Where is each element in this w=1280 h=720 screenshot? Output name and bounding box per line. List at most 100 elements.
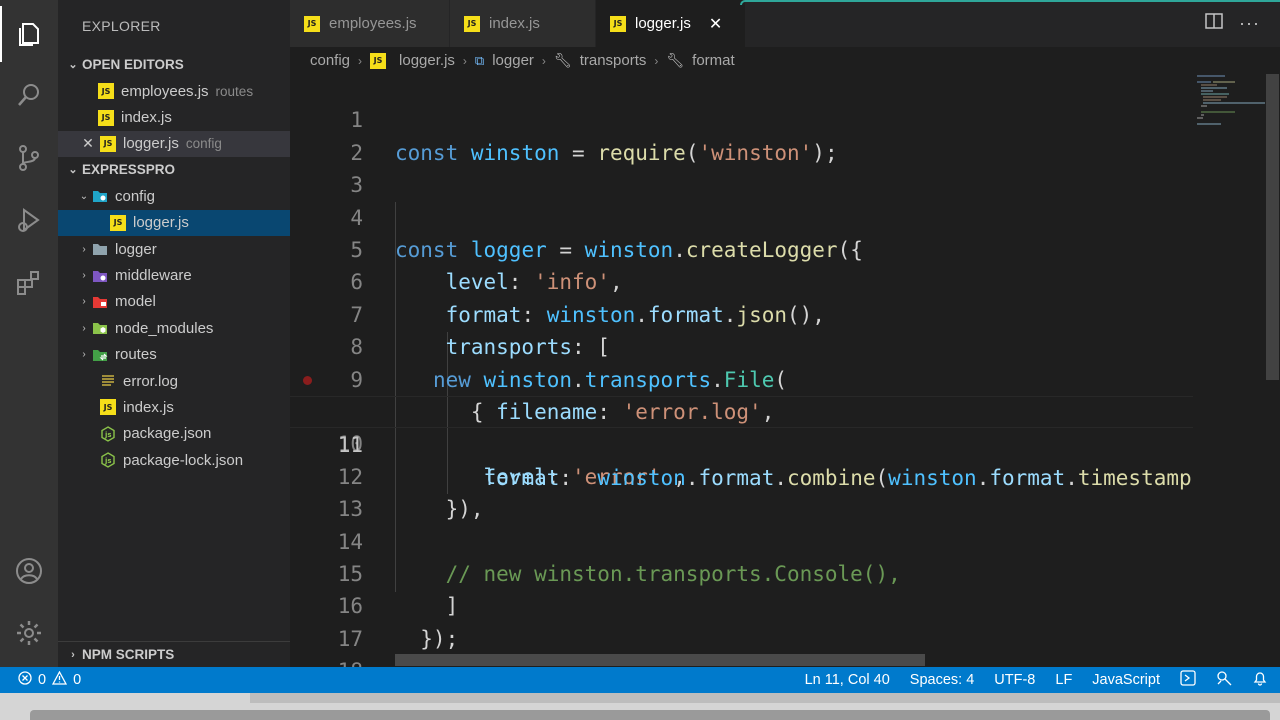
tree-folder-config[interactable]: ⌄ config [58, 183, 290, 209]
open-editor-logger[interactable]: ✕ JS logger.js config [58, 130, 290, 158]
breadcrumb-item[interactable]: logger.js [399, 52, 455, 69]
indentation[interactable]: Spaces: 4 [910, 672, 975, 688]
chevron-right-icon: › [82, 349, 86, 361]
file-name: logger.js [133, 214, 189, 232]
npm-scripts-label: NPM SCRIPTS [82, 647, 175, 662]
scrollbar-thumb[interactable] [1266, 74, 1279, 380]
minimap[interactable] [1193, 74, 1265, 667]
code-line-8: 8 new winston.transports.File( [290, 299, 1193, 391]
horizontal-scrollbar[interactable] [395, 654, 925, 666]
code-line-14: 14 // new winston.transports.Console(), [290, 493, 1193, 586]
files-icon[interactable] [0, 6, 58, 62]
tree-file-index-js[interactable]: JS index.js [58, 394, 290, 420]
tab-logger[interactable]: JS logger.js ✕ [596, 0, 746, 47]
chevron-right-icon: › [82, 322, 86, 334]
live-share-icon[interactable] [1180, 670, 1196, 690]
end-of-line[interactable]: LF [1055, 672, 1072, 688]
code-line-16: 16 }); [290, 558, 1193, 650]
file-name: model [115, 293, 156, 311]
npm-scripts-panel: › NPM SCRIPTS [58, 641, 290, 667]
project-label: EXPRESSPRO [82, 162, 176, 178]
js-file-icon: JS [100, 135, 116, 152]
account-icon[interactable] [0, 543, 58, 599]
vertical-scrollbar[interactable] [1265, 74, 1280, 667]
extensions-icon[interactable] [0, 255, 58, 311]
breakpoint-icon[interactable] [303, 375, 312, 385]
explorer-sidebar: EXPLORER ⌄ OPEN EDITORS JS employees.js … [58, 0, 290, 667]
tree-file-logger-js[interactable]: JS logger.js [58, 209, 290, 236]
tree-file-package-lock-json[interactable]: js package-lock.json [58, 447, 290, 473]
search-icon[interactable] [0, 67, 58, 123]
node-folder-icon [92, 320, 108, 336]
code-line-1: 1 const winston = require('winston'); [290, 74, 1193, 164]
tree-folder-logger[interactable]: › logger [58, 236, 290, 262]
close-icon[interactable]: ✕ [80, 135, 96, 152]
js-file-icon: JS [100, 399, 116, 416]
file-name: node_modules [115, 319, 214, 337]
project-header[interactable]: ⌄ EXPRESSPRO [58, 157, 290, 183]
tab-employees[interactable]: JS employees.js [290, 0, 450, 47]
tree-folder-model[interactable]: › model [58, 289, 290, 315]
settings-gear-icon[interactable] [0, 605, 58, 661]
split-editor-icon[interactable] [1205, 13, 1223, 34]
tree-file-package-json[interactable]: js package.json [58, 421, 290, 447]
middleware-folder-icon [92, 268, 108, 284]
code-line-2: 2 [290, 104, 1193, 165]
notifications-bell-icon[interactable] [1252, 670, 1268, 690]
js-file-icon: JS [610, 15, 626, 32]
open-editor-employees[interactable]: JS employees.js routes [58, 78, 290, 104]
close-icon[interactable]: ✕ [709, 14, 722, 34]
more-actions-icon[interactable]: ··· [1239, 13, 1260, 34]
tab-label: index.js [489, 15, 540, 32]
status-right: Ln 11, Col 40 Spaces: 4 UTF-8 LF JavaScr… [805, 670, 1268, 690]
problems-indicator[interactable]: 0 0 [0, 670, 81, 689]
svg-text:js: js [104, 457, 112, 465]
os-dock [0, 693, 1280, 720]
file-desc: config [185, 136, 222, 152]
feedback-icon[interactable] [1216, 670, 1232, 690]
chevron-right-icon: › [358, 53, 363, 68]
file-name: middleware [115, 267, 192, 285]
chevron-right-icon: › [82, 296, 86, 308]
breadcrumb-item[interactable]: transports [580, 52, 647, 69]
folder-icon [92, 241, 108, 257]
tree-folder-middleware[interactable]: › middleware [58, 262, 290, 288]
code-editor[interactable]: 1 const winston = require('winston'); 2 … [290, 74, 1193, 667]
run-debug-icon[interactable] [0, 192, 58, 248]
breadcrumb-item[interactable]: format [692, 52, 735, 69]
code-line-6: 6 format: winston.format.json(), [290, 234, 1193, 326]
chevron-down-icon: ⌄ [79, 190, 89, 202]
breadcrumb-item[interactable]: logger [492, 52, 534, 69]
tree-file-error-log[interactable]: error.log [58, 368, 290, 394]
open-editors-header[interactable]: ⌄ OPEN EDITORS [58, 52, 290, 78]
chevron-down-icon: ⌄ [68, 164, 78, 177]
svg-text:js: js [104, 431, 112, 439]
code-line-9: 9 { filename: 'error.log', [290, 331, 1193, 424]
code-line-12: 12 }), [290, 428, 1193, 521]
npm-scripts-header[interactable]: › NPM SCRIPTS [58, 642, 290, 668]
config-folder-icon [92, 188, 108, 204]
file-desc: routes [215, 83, 254, 99]
breadcrumb-item[interactable]: config [310, 52, 350, 69]
model-folder-icon [92, 294, 108, 310]
open-editor-index[interactable]: JS index.js [58, 104, 290, 130]
editor-tabs: JS employees.js JS index.js JS logger.js… [290, 0, 1280, 47]
chevron-right-icon: › [654, 53, 659, 68]
js-file-icon: JS [98, 83, 114, 100]
encoding[interactable]: UTF-8 [994, 672, 1035, 688]
overlay-outline [740, 0, 1280, 5]
tree-folder-routes[interactable]: › routes [58, 342, 290, 368]
code-line-11: 11 format: winston.format.combine(winsto… [290, 396, 1193, 490]
tree-folder-node-modules[interactable]: › node_modules [58, 315, 290, 341]
source-control-icon[interactable] [0, 130, 58, 186]
js-file-icon: JS [304, 15, 320, 32]
language-mode[interactable]: JavaScript [1092, 672, 1160, 688]
log-file-icon [100, 373, 116, 389]
cursor-position[interactable]: Ln 11, Col 40 [805, 672, 890, 688]
code-line-18: 18 module.exports = logger; [290, 623, 1193, 667]
tab-index[interactable]: JS index.js [450, 0, 596, 47]
symbol-property-icon: 🔧︎ [666, 52, 685, 68]
tab-label: logger.js [635, 15, 691, 32]
code-line-7: 7 transports: [ [290, 266, 1193, 359]
npm-json-icon: js [100, 426, 116, 442]
